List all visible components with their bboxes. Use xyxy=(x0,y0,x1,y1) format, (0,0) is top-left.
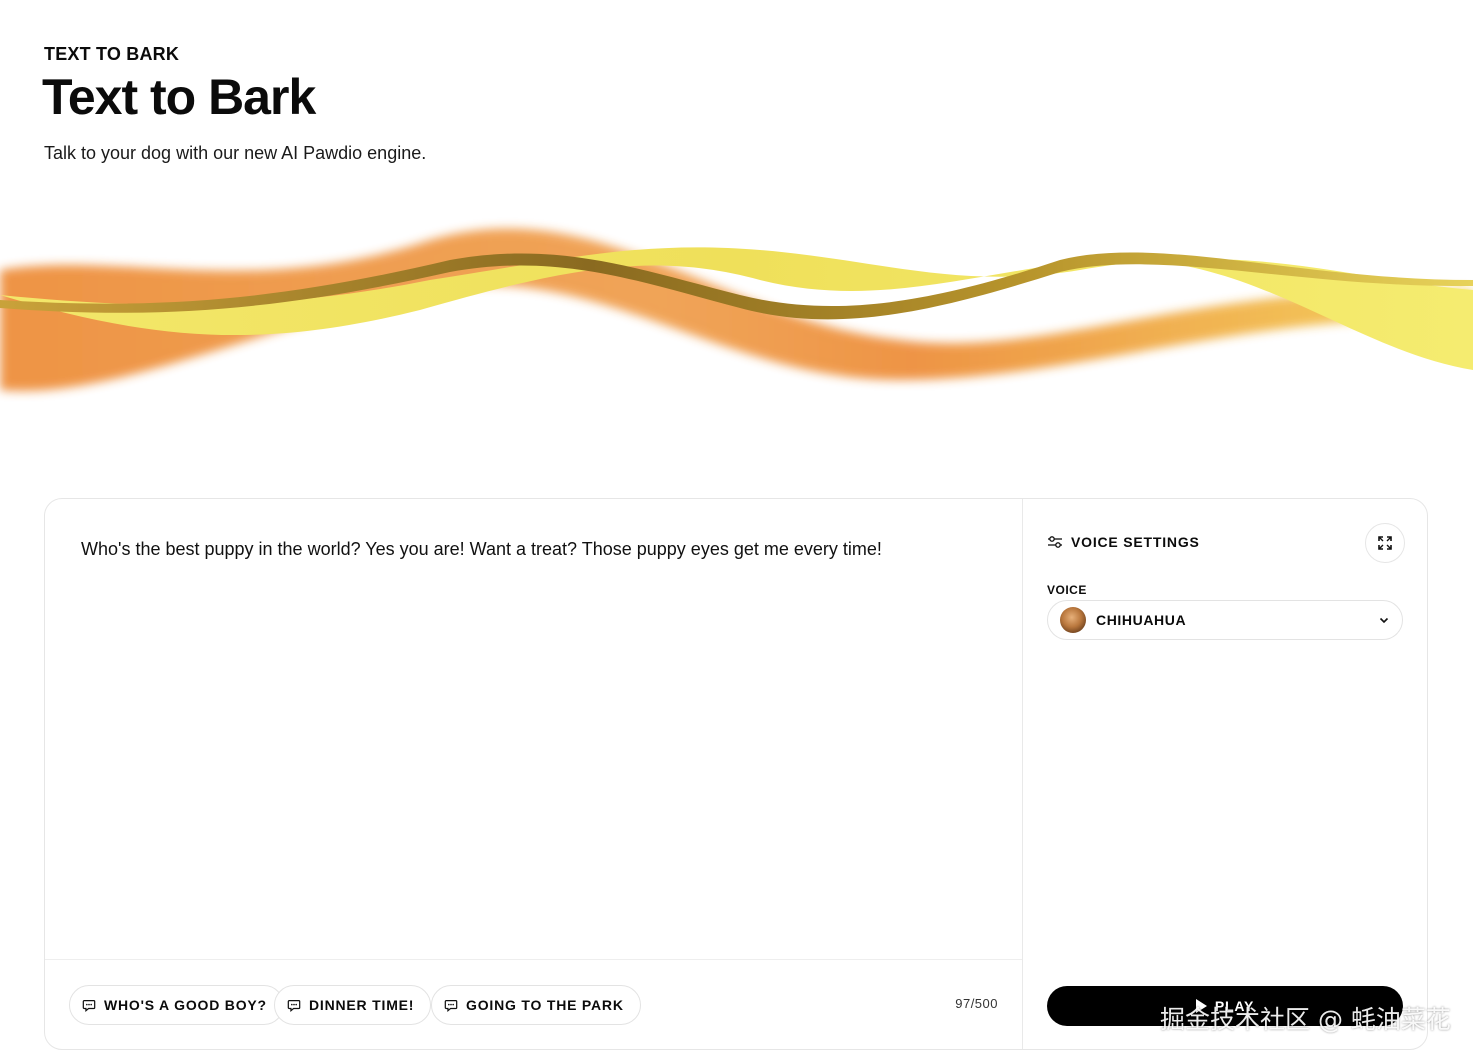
suggestion-label: DINNER TIME! xyxy=(309,997,415,1013)
voice-settings-panel: VOICE SETTINGS VOICE CHIHUAHUA PLAY xyxy=(1023,499,1427,1049)
voice-select[interactable]: CHIHUAHUA xyxy=(1047,600,1403,640)
editor-text[interactable]: Who's the best puppy in the world? Yes y… xyxy=(81,537,882,562)
text-editor[interactable]: Who's the best puppy in the world? Yes y… xyxy=(45,499,1023,1049)
editor-footer: WHO'S A GOOD BOY? DINNER TIME! GOING TO … xyxy=(45,959,1022,1049)
decorative-wave xyxy=(0,228,1473,391)
expand-button[interactable] xyxy=(1365,523,1405,563)
voice-settings-title: VOICE SETTINGS xyxy=(1071,534,1200,550)
watermark: 掘金技术社区 @ 蚝油菜花 xyxy=(1160,1005,1451,1034)
voice-settings-header: VOICE SETTINGS xyxy=(1047,534,1200,550)
page-subtitle: Talk to your dog with our new AI Pawdio … xyxy=(44,143,427,163)
suggestion-label: GOING TO THE PARK xyxy=(466,997,624,1013)
text-to-bark-panel: Who's the best puppy in the world? Yes y… xyxy=(44,498,1428,1050)
chihuahua-avatar xyxy=(1060,607,1086,633)
character-counter: 97/500 xyxy=(955,996,998,1011)
suggestion-chip-dinner-time[interactable]: DINNER TIME! xyxy=(274,985,432,1025)
sliders-icon xyxy=(1048,536,1062,548)
expand-icon xyxy=(1378,536,1392,550)
suggestion-label: WHO'S A GOOD BOY? xyxy=(104,997,267,1013)
suggestion-chip-good-boy[interactable]: WHO'S A GOOD BOY? xyxy=(69,985,284,1025)
chat-bubble-icon xyxy=(287,1000,301,1012)
page-title: Text to Bark xyxy=(42,69,316,125)
chat-bubble-icon xyxy=(444,1000,458,1012)
voice-value: CHIHUAHUA xyxy=(1096,612,1187,628)
chat-bubble-icon xyxy=(82,1000,96,1012)
suggestion-chip-park[interactable]: GOING TO THE PARK xyxy=(431,985,641,1025)
page-eyebrow: TEXT TO BARK xyxy=(44,44,180,64)
voice-label: VOICE xyxy=(1047,583,1087,597)
chevron-down-icon xyxy=(1379,617,1389,624)
